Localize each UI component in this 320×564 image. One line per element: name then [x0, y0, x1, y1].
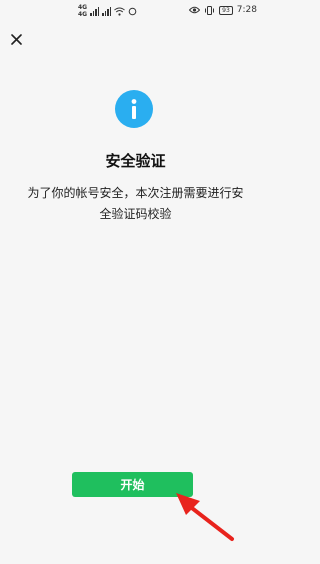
close-button[interactable] [8, 31, 24, 47]
page-title: 安全验证 [105, 152, 166, 170]
network-type-top: 4G [78, 4, 88, 11]
network-type-bottom: 4G [78, 11, 88, 18]
network-type: 4G 4G [78, 4, 87, 18]
close-icon [10, 33, 22, 45]
info-icon [115, 90, 153, 128]
status-right: 93 7:28 [189, 5, 257, 15]
sync-icon [128, 7, 137, 15]
status-left: 4G 4G [78, 4, 137, 18]
status-bar: 4G 4G 93 7:28 [0, 0, 271, 22]
start-button-label: 开始 [120, 478, 145, 492]
clock: 7:28 [236, 5, 257, 15]
signal-icon [90, 6, 100, 16]
eye-icon [189, 6, 201, 14]
wifi-icon [114, 7, 125, 16]
vibrate-icon [205, 5, 215, 15]
battery-level: 93 [222, 6, 230, 14]
signal-icon-2 [102, 6, 112, 16]
battery-icon: 93 [219, 5, 233, 15]
arrow-annotation-icon [176, 493, 234, 541]
description-text: 为了你的帐号安全，本次注册需要进行安全验证码校验 [27, 186, 244, 221]
